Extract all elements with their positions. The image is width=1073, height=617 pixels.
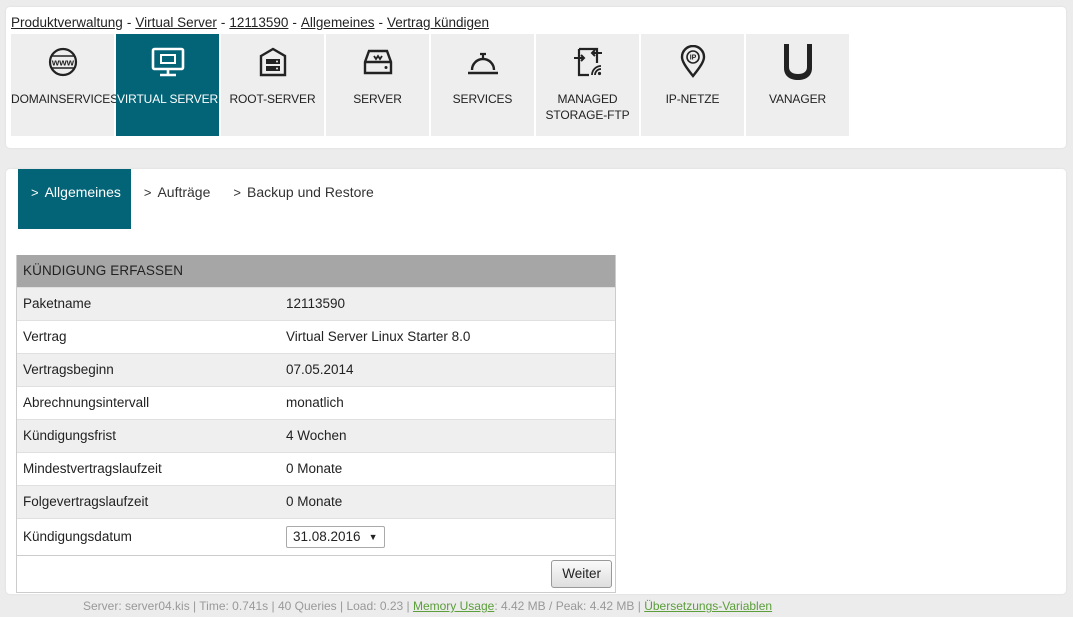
breadcrumb-separator: - [292,15,297,30]
ip-pin-icon: IP [641,44,744,80]
row-key: Mindestvertragslaufzeit [23,461,162,476]
content-panel: > Allgemeines > Aufträge > Backup und Resto… [6,169,1066,594]
nav-virtual-server[interactable]: VIRTUAL SERVER [116,34,219,136]
row-key: Kündigungsdatum [23,529,132,544]
form-title: KÜNDIGUNG ERFASSEN [17,255,615,287]
breadcrumb-separator: - [220,15,226,30]
nav-label: ROOT-SERVER [229,92,316,106]
breadcrumb-package-id[interactable]: 12113590 [229,15,288,30]
translations-link[interactable]: Übersetzungs-Variablen [644,599,772,613]
table-row: Folgevertragslaufzeit 0 Monate [17,485,615,518]
chevron-right-icon: > [233,185,241,200]
tab-label: Allgemeines [44,184,121,200]
table-row: Vertragsbeginn 07.05.2014 [17,353,615,386]
server-rack-icon [221,44,324,80]
nav-label: MANAGED STORAGE-FTP [545,92,630,122]
breadcrumb-produktverwaltung[interactable]: Produktverwaltung [11,15,123,30]
select-value: 31.08.2016 [293,529,361,544]
globe-www-icon: www [11,44,114,80]
tab-backup-restore[interactable]: > Backup und Restore [220,169,383,229]
breadcrumb: Produktverwaltung - Virtual Server -1211359… [11,15,489,30]
nav-vanager[interactable]: VANAGER [746,34,849,136]
header-panel: Produktverwaltung - Virtual Server -1211359… [6,7,1066,148]
form-footer: Weiter [17,555,615,592]
storage-ftp-icon [536,44,639,80]
row-key: Abrechnungsintervall [23,395,150,410]
row-key: Vertrag [23,329,67,344]
breadcrumb-separator: - [378,15,383,30]
nav-server[interactable]: SERVER [326,34,429,136]
weiter-button[interactable]: Weiter [551,560,612,588]
row-value: 4 Wochen [286,428,347,443]
svg-text:www: www [50,58,74,69]
nav-label: VIRTUAL SERVER [116,92,219,106]
nav-domainservices[interactable]: www DOMAINSERVICES [11,34,119,136]
row-value: 07.05.2014 [286,362,354,377]
breadcrumb-allgemeines[interactable]: Allgemeines [301,15,375,30]
main-nav: www DOMAINSERVICES VIRTUAL SERVER ROOT-S… [11,34,851,136]
table-row: Vertrag Virtual Server Linux Starter 8.0 [17,320,615,353]
table-row: Mindestvertragslaufzeit 0 Monate [17,452,615,485]
subtabs: > Allgemeines > Aufträge > Backup und Resto… [18,169,384,229]
vanager-logo-icon [746,44,849,80]
status-text: Server: server04.kis | Time: 0.741s | 40… [83,599,410,613]
breadcrumb-separator: - [126,15,132,30]
status-bar: Server: server04.kis | Time: 0.741s | 40… [83,599,772,613]
nav-label: SERVER [353,92,402,106]
row-key: Folgevertragslaufzeit [23,494,149,509]
table-row: Abrechnungsintervall monatlich [17,386,615,419]
row-value: 31.08.2016 ▼ [286,519,615,555]
form-rows: Paketname 12113590 Vertrag Virtual Server … [17,287,615,555]
nav-label: IP-NETZE [665,92,720,106]
nav-label: VANAGER [768,92,827,106]
svg-text:IP: IP [689,55,696,62]
nav-managed-storage-ftp[interactable]: MANAGED STORAGE-FTP [536,34,639,136]
cancellation-form: KÜNDIGUNG ERFASSEN Paketname 12113590 Ver… [16,255,616,593]
row-value: 12113590 [286,296,346,311]
nav-label: DOMAINSERVICES [11,92,119,106]
tab-allgemeines[interactable]: > Allgemeines [18,169,131,229]
service-bell-icon [431,44,534,80]
chevron-right-icon: > [143,185,152,200]
row-key: Paketname [23,296,92,311]
cancellation-date-select[interactable]: 31.08.2016 ▼ [286,526,385,548]
row-value: 0 Monate [286,461,343,476]
row-value: Virtual Server Linux Starter 8.0 [286,329,471,344]
tab-label: Backup und Restore [246,184,374,200]
tab-auftraege[interactable]: > Aufträge [131,169,221,229]
tab-label: Aufträge [157,184,211,200]
table-row: Kündigungsfrist 4 Wochen [17,419,615,452]
monitor-icon [116,44,219,80]
memory-usage-link[interactable]: Memory Usage [413,599,494,613]
nav-label: SERVICES [452,92,513,106]
chevron-right-icon: > [31,185,39,200]
breadcrumb-vertrag-kuendigen[interactable]: Vertrag kündigen [387,15,489,30]
nav-ip-netze[interactable]: IP IP-NETZE [641,34,744,136]
caret-down-icon: ▼ [368,532,378,543]
row-value: 0 Monate [286,494,343,509]
breadcrumb-virtual-server[interactable]: Virtual Server [135,15,217,30]
row-key: Kündigungsfrist [23,428,117,443]
row-value: monatlich [286,395,344,410]
nav-services[interactable]: SERVICES [431,34,534,136]
row-key: Vertragsbeginn [23,362,114,377]
table-row: Kündigungsdatum 31.08.2016 ▼ [17,518,615,555]
server-drive-icon [326,44,429,80]
nav-root-server[interactable]: ROOT-SERVER [221,34,324,136]
table-row: Paketname 12113590 [17,287,615,320]
memory-text: : 4.42 MB / Peak: 4.42 MB | [494,599,641,613]
